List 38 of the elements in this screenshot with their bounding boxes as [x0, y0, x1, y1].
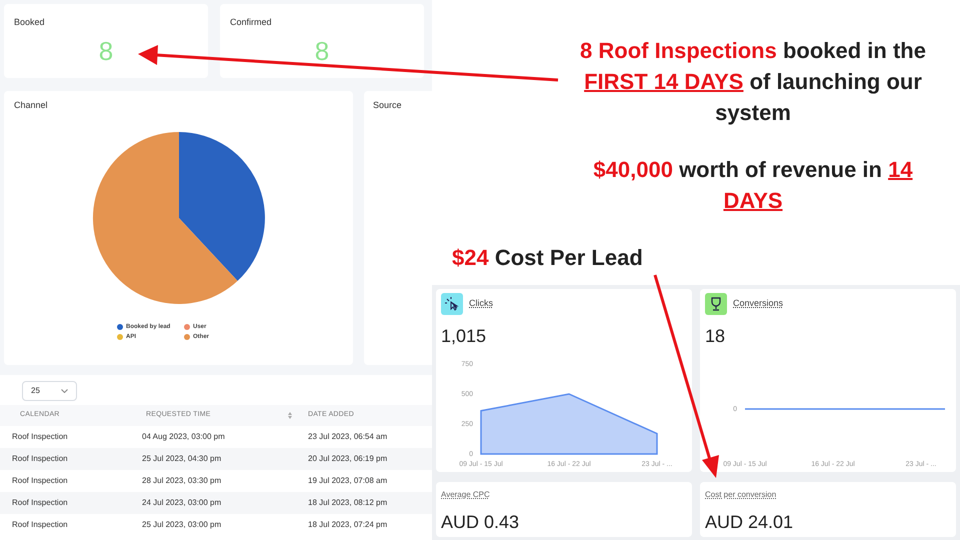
card-label: Confirmed	[229, 16, 273, 29]
table-cell: 28 Jul 2023, 03:30 pm	[142, 476, 222, 485]
table-cell: 04 Aug 2023, 03:00 pm	[142, 432, 225, 441]
table-cell: 18 Jul 2023, 08:12 pm	[308, 498, 388, 507]
table-cell: 18 Jul 2023, 07:24 pm	[308, 520, 388, 529]
callout-text: $40,000 worth of revenue in 14 DAYS	[592, 156, 914, 215]
metric-value: AUD 24.01	[705, 511, 794, 534]
table-cell: Roof Inspection	[12, 498, 68, 507]
table-cell: Roof Inspection	[12, 432, 68, 441]
callout-text: $24 Cost Per Lead	[452, 244, 644, 272]
metric-title: Cost per conversion	[705, 489, 776, 501]
page-size-select[interactable]: 25	[22, 381, 77, 401]
table-cell: 25 Jul 2023, 04:30 pm	[142, 454, 222, 463]
table-cell: 25 Jul 2023, 03:00 pm	[142, 520, 222, 529]
metric-title: Clicks	[469, 297, 493, 310]
callout-text: 8 Roof Inspections booked in the FIRST 14 DAYS of launching our system	[579, 37, 927, 127]
table-cell: 23 Jul 2023, 06:54 am	[308, 432, 388, 441]
table-cell: Roof Inspection	[12, 520, 68, 529]
card-title: Channel	[13, 99, 49, 112]
select-value: 25	[31, 385, 40, 397]
trophy-icon	[705, 293, 727, 315]
metric-value: 1,015	[441, 325, 486, 348]
table-cell: 24 Jul 2023, 03:00 pm	[142, 498, 222, 507]
table-cell: 20 Jul 2023, 06:19 pm	[308, 454, 388, 463]
chevron-down-icon	[61, 389, 68, 393]
cursor-click-icon	[441, 293, 463, 315]
metric-value: 18	[705, 325, 726, 348]
metric-value: AUD 0.43	[441, 511, 520, 534]
metric-title: Average CPC	[441, 489, 490, 501]
stat-value: 8	[314, 38, 330, 64]
card-title: Source	[372, 99, 403, 112]
metric-title: Conversions	[733, 297, 784, 310]
table-cell: Roof Inspection	[12, 454, 68, 463]
table-cell: Roof Inspection	[12, 476, 68, 485]
table-cell: 19 Jul 2023, 07:08 am	[308, 476, 388, 485]
card-label: Booked	[13, 16, 46, 29]
sort-icon[interactable]	[288, 412, 292, 419]
stat-value: 8	[98, 38, 114, 64]
